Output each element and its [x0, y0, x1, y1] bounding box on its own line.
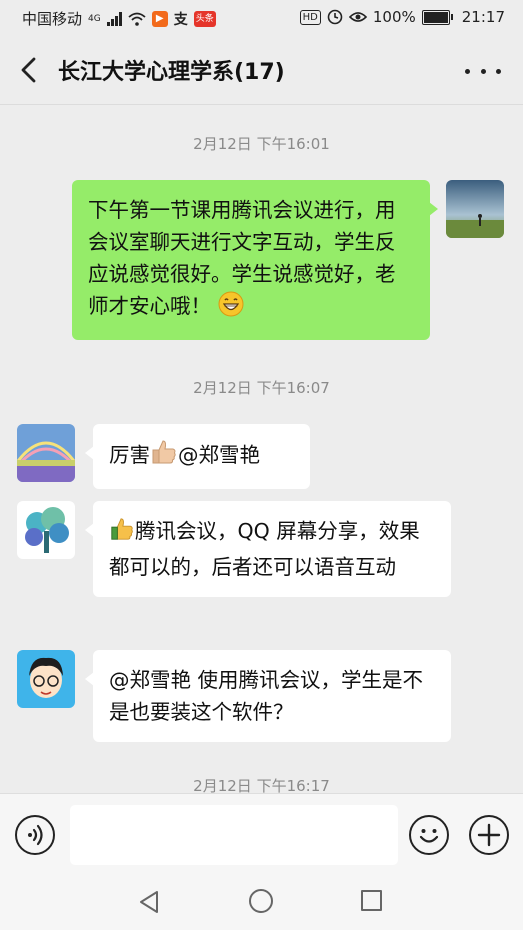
more-options-button[interactable]: [465, 56, 501, 86]
avatar-cartoon[interactable]: [17, 650, 75, 708]
voice-input-button[interactable]: [15, 815, 55, 855]
message-text: 腾讯会议，QQ 屏幕分享，效果都可以的，后者还可以语音互动: [109, 519, 420, 579]
eye-comfort-icon: [348, 12, 367, 22]
timestamp: 2月12日 下午16:07: [193, 379, 330, 397]
timestamp: 2月12日 下午16:17: [193, 777, 330, 793]
message-bubble-other[interactable]: 厉害 @郑雪艳: [85, 424, 310, 489]
back-button[interactable]: [14, 54, 46, 86]
thumbs-up-icon: [150, 438, 178, 475]
nav-home-icon[interactable]: [249, 889, 273, 913]
more-functions-button[interactable]: [469, 815, 509, 855]
input-bar: [0, 793, 523, 874]
alipay-notification-icon: 支: [173, 11, 188, 28]
message-bubble-other[interactable]: 腾讯会议，QQ 屏幕分享，效果都可以的，后者还可以语音互动: [85, 501, 451, 597]
avatar-tree[interactable]: [17, 501, 75, 559]
message-bubble-self[interactable]: 下午第一节课用腾讯会议进行，用会议室聊天进行文字互动，学生反应说感觉很好。学生说…: [72, 180, 438, 340]
signal-icon: [106, 11, 122, 26]
timestamp: 2月12日 下午16:01: [193, 135, 330, 153]
chat-header: 长江大学心理学系(17): [0, 36, 523, 105]
smiley-icon: [419, 829, 439, 843]
emoji-button[interactable]: [409, 815, 449, 855]
grinning-face-icon: [218, 291, 244, 326]
app-notification-icon: ▶: [151, 10, 168, 27]
message-text: 厉害: [109, 443, 150, 467]
dot-icon: [496, 68, 501, 74]
hd-badge: HD: [299, 9, 321, 25]
chat-title: 长江大学心理学系(17): [58, 60, 285, 85]
clock: 21:17: [461, 8, 505, 26]
voice-icon: [28, 824, 43, 846]
avatar-self[interactable]: [446, 180, 504, 238]
alarm-icon: [327, 9, 343, 25]
battery-icon: [421, 9, 453, 25]
thumbs-up-icon: [109, 516, 135, 551]
battery-percent: 100%: [372, 8, 416, 26]
toutiao-notification-icon: 头条: [193, 10, 216, 27]
message-input[interactable]: [70, 805, 398, 865]
carrier-name: 中国移动: [22, 10, 83, 28]
network-type: 4G: [88, 13, 101, 24]
nav-recent-apps-icon[interactable]: [361, 890, 382, 911]
dot-icon: [480, 68, 486, 74]
plus-icon: [477, 823, 501, 847]
message-text: @郑雪艳 使用腾讯会议，学生是不是也要装这个软件？: [109, 668, 424, 724]
mention-text: @郑雪艳: [178, 443, 260, 467]
message-bubble-other[interactable]: @郑雪艳 使用腾讯会议，学生是不是也要装这个软件？: [85, 650, 451, 742]
system-nav-bar: [0, 873, 523, 930]
message-list[interactable]: 2月12日 下午16:01 下午第一节课用腾讯会议进行，用会议室聊天进行文字互动…: [0, 105, 523, 793]
avatar-rainbow[interactable]: [17, 424, 75, 482]
status-bar: 中国移动 4G ▶ 支 头条 HD 100% 21:17: [0, 0, 523, 36]
wifi-icon: [128, 12, 146, 26]
chevron-left-icon: [21, 57, 36, 83]
nav-back-icon[interactable]: [138, 890, 160, 914]
dot-icon: [465, 68, 470, 74]
